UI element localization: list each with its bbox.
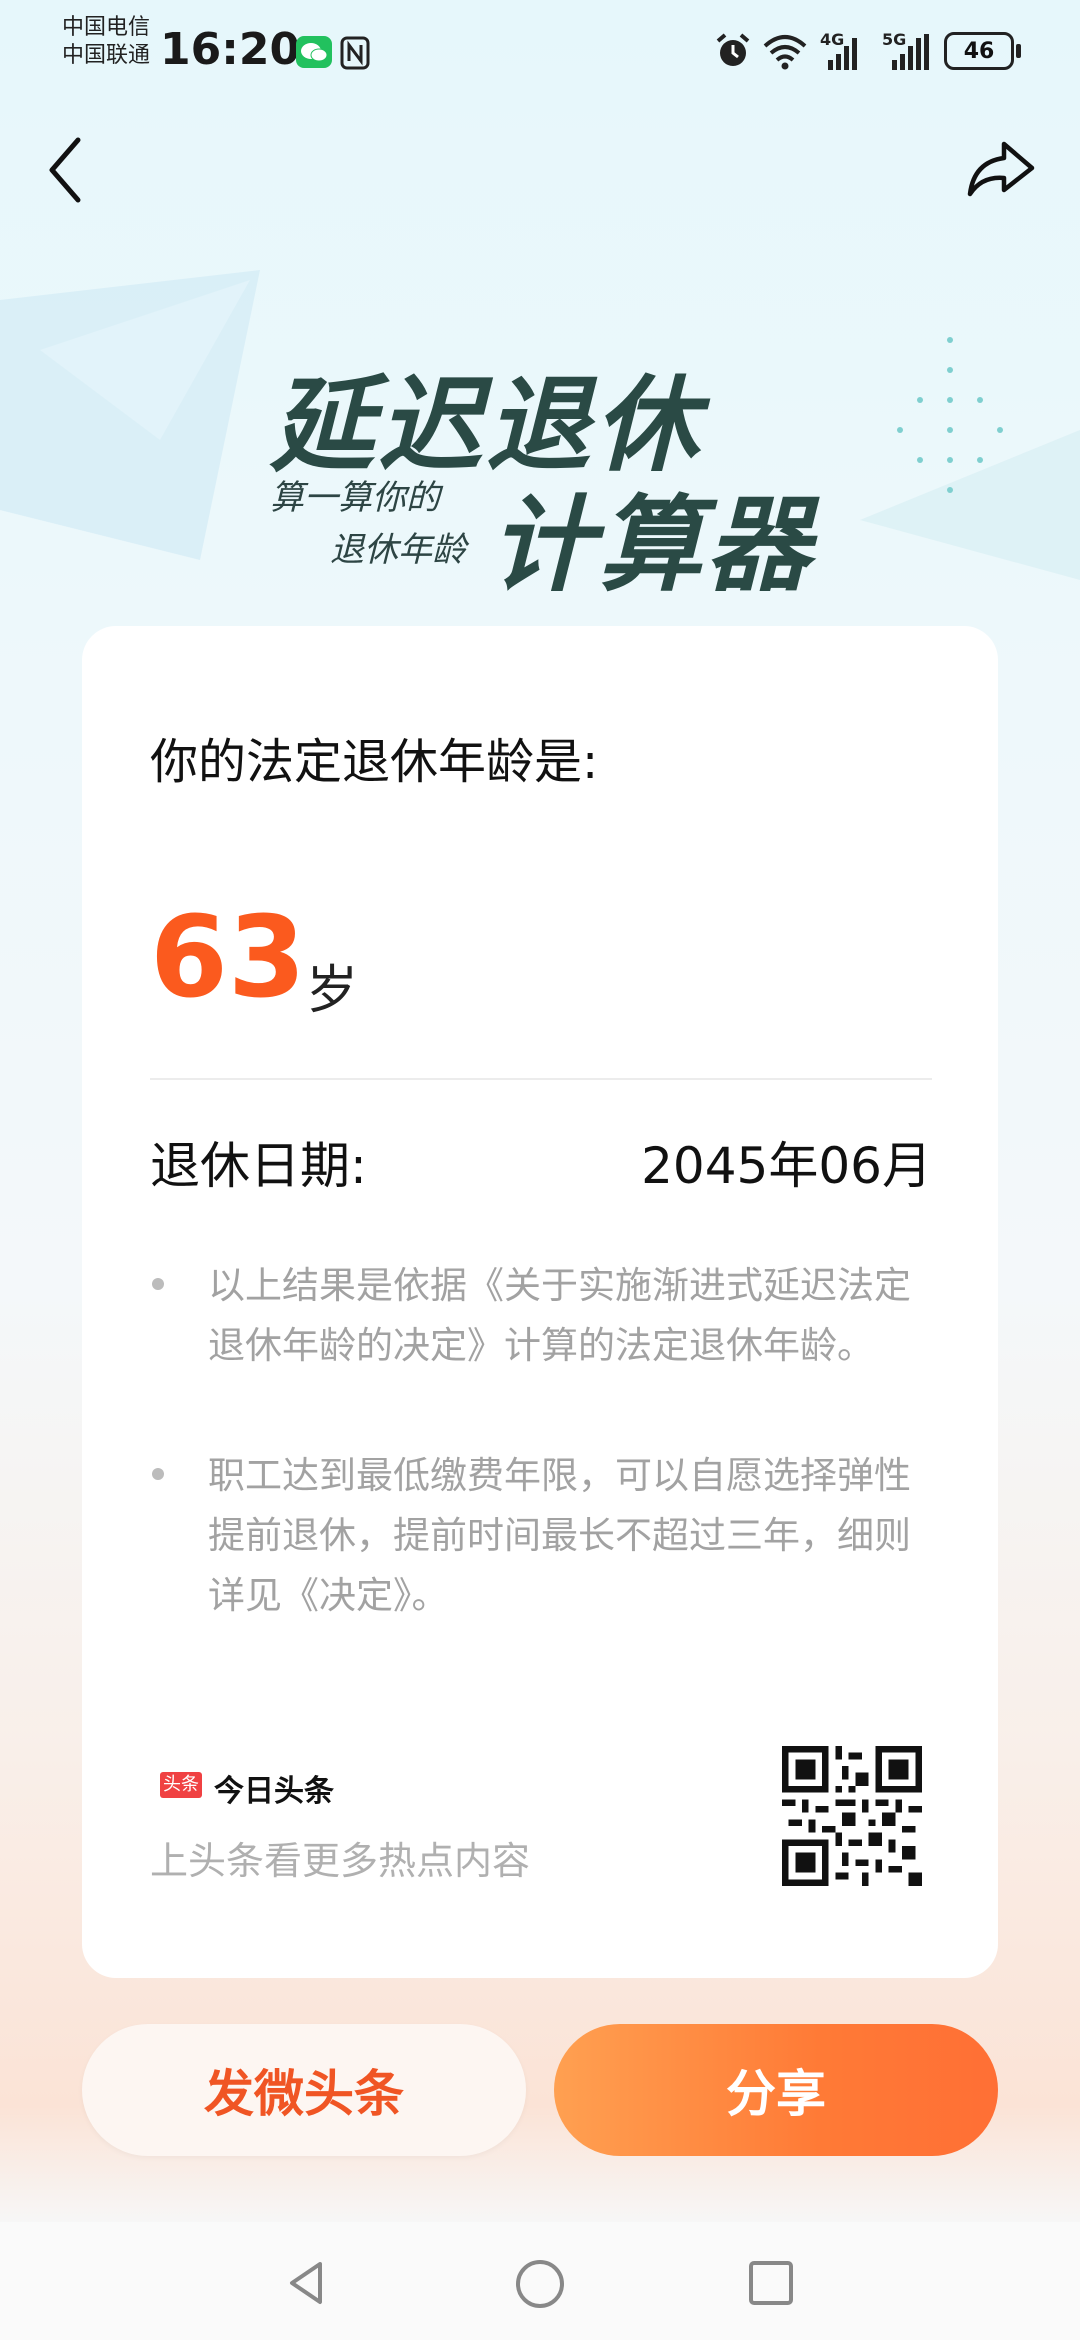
carrier-1: 中国电信 xyxy=(62,15,151,40)
note-item: 以上结果是依据《关于实施渐进式延迟法定退休年龄的决定》计算的法定退休年龄。 xyxy=(150,1256,940,1436)
age-heading: 你的法定退休年龄是: xyxy=(150,734,599,790)
banner-subtitle-line1: 算一算你的 xyxy=(270,478,440,518)
nav-home-icon[interactable] xyxy=(514,2258,566,2310)
toutiao-logo-icon: 头条 xyxy=(160,1772,202,1798)
brand-slogan: 上头条看更多热点内容 xyxy=(150,1839,531,1883)
banner: 延迟退休 算一算你的 退休年龄 计算器 xyxy=(0,260,1080,620)
qr-code-icon xyxy=(782,1746,922,1886)
carrier-2: 中国联通 xyxy=(62,43,151,68)
battery-tip xyxy=(1016,44,1021,58)
brand-name: 今日头条 xyxy=(214,1774,334,1809)
banner-title-2: 计算器 xyxy=(490,484,815,606)
share-icon[interactable] xyxy=(960,130,1040,210)
note-item: 职工达到最低缴费年限，可以自愿选择弹性提前退休，提前时间最长不超过三年，细则详见… xyxy=(150,1446,940,1626)
battery-level: 46 xyxy=(963,38,995,64)
signal-1-icon xyxy=(828,38,857,70)
signal-2-icon xyxy=(892,34,929,70)
system-nav-bar xyxy=(0,2222,1080,2340)
wifi-icon xyxy=(763,35,807,70)
post-weitoutiao-button[interactable]: 发微头条 xyxy=(82,2024,526,2156)
nfc-icon xyxy=(340,36,370,70)
battery-icon: 46 xyxy=(944,32,1014,70)
divider xyxy=(150,1078,932,1080)
retirement-date-label: 退休日期: xyxy=(150,1137,367,1195)
alarm-icon xyxy=(716,33,750,66)
nav-recents-icon[interactable] xyxy=(746,2258,796,2308)
back-icon[interactable] xyxy=(40,130,100,210)
retirement-age-value: 63 xyxy=(150,893,306,1023)
retirement-age-unit: 岁 xyxy=(306,961,359,1021)
wechat-icon xyxy=(296,36,332,68)
banner-subtitle-line2: 退休年龄 xyxy=(330,530,466,570)
status-time: 16:20 xyxy=(160,24,301,75)
result-card: 你的法定退休年龄是: 63 岁 退休日期: 2045年06月 以上结果是依据《关… xyxy=(82,626,998,1978)
note-text: 以上结果是依据《关于实施渐进式延迟法定退休年龄的决定》计算的法定退休年龄。 xyxy=(208,1264,911,1367)
note-text: 职工达到最低缴费年限，可以自愿选择弹性提前退休，提前时间最长不超过三年，细则详见… xyxy=(208,1454,911,1617)
share-button[interactable]: 分享 xyxy=(554,2024,998,2156)
status-bar: 中国电信 中国联通 16:20 4G 5G 46 xyxy=(0,0,1080,110)
nav-back-icon[interactable] xyxy=(282,2258,332,2308)
retirement-date-value: 2045年06月 xyxy=(641,1137,932,1195)
